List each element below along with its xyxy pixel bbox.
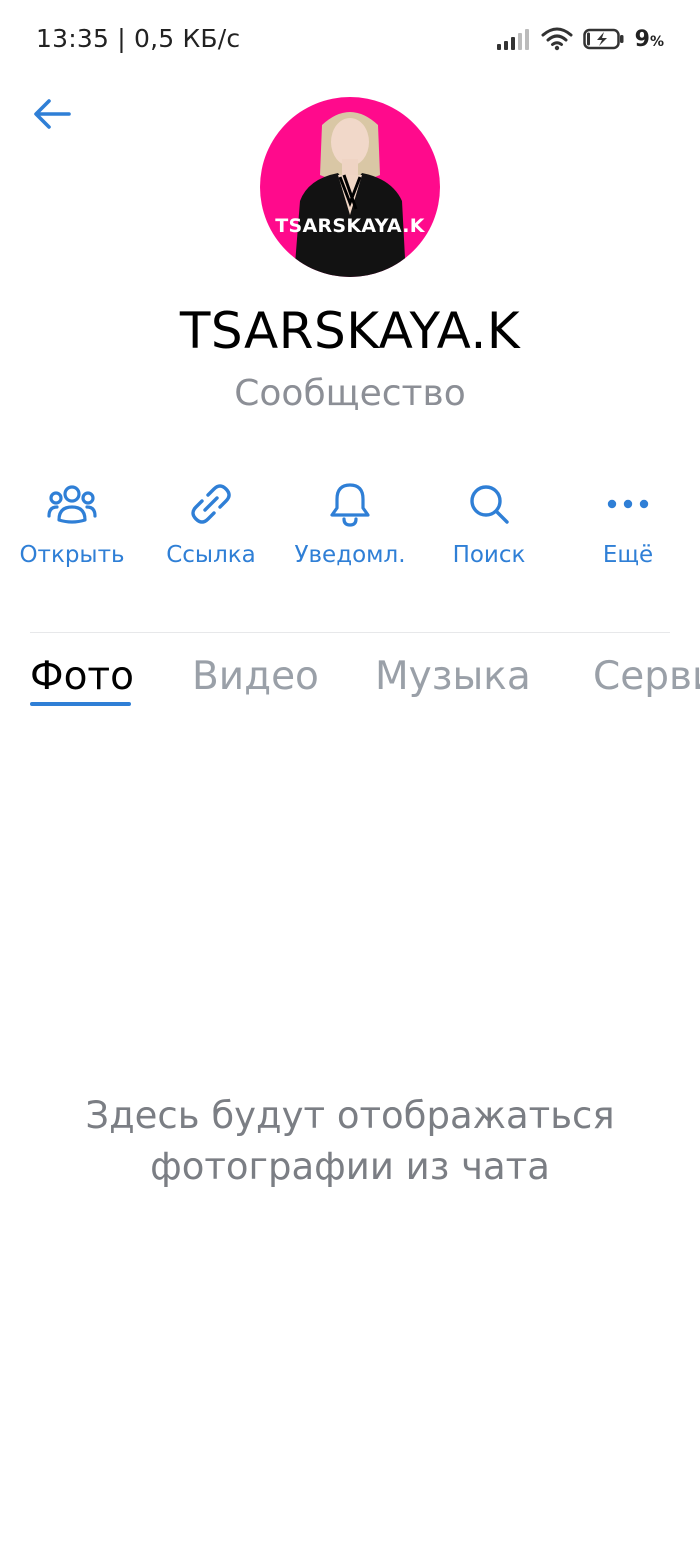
empty-state-line-1: Здесь будут отображаться: [85, 1094, 615, 1137]
status-icons: 9%: [496, 24, 664, 54]
community-avatar[interactable]: TSARSKAYA.K: [260, 97, 440, 277]
open-button-label: Открыть: [19, 542, 125, 568]
more-button[interactable]: Ещё: [558, 476, 698, 586]
status-time-speed: 13:35 | 0,5 КБ/с: [36, 24, 241, 53]
empty-state-message: Здесь будут отображаться фотографии из ч…: [0, 1090, 700, 1192]
more-button-label: Ещё: [602, 542, 654, 568]
link-icon: [191, 484, 231, 524]
search-button-label: Поиск: [452, 542, 526, 568]
avatar-photo: [294, 112, 406, 277]
link-button-label: Ссылка: [166, 542, 256, 568]
battery-level: 9%: [634, 26, 664, 52]
search-icon: [470, 485, 509, 524]
tab-services[interactable]: Серви: [593, 654, 700, 699]
action-bar: Открыть Ссылка Уведомл. Поиск Ещё: [0, 476, 700, 586]
notifications-button-label: Уведомл.: [294, 542, 406, 568]
back-button[interactable]: [28, 90, 76, 138]
signal-icon: [496, 29, 529, 50]
open-button[interactable]: Открыть: [2, 476, 142, 586]
status-bar: 13:35 | 0,5 КБ/с 9%: [0, 0, 700, 78]
tab-video[interactable]: Видео: [192, 654, 319, 699]
avatar-label: TSARSKAYA.K: [275, 215, 425, 237]
arrow-left-icon: [34, 99, 71, 129]
wifi-icon: [541, 27, 573, 51]
tab-photo[interactable]: Фото: [30, 654, 134, 699]
community-title: TSARSKAYA.K: [179, 302, 521, 360]
divider: [30, 632, 670, 633]
more-icon: [607, 499, 649, 509]
tab-music[interactable]: Музыка: [375, 654, 531, 699]
community-type: Сообщество: [234, 373, 466, 414]
media-tabs: Фото Видео Музыка Серви: [0, 650, 700, 716]
people-icon: [47, 485, 97, 524]
notifications-button[interactable]: Уведомл.: [280, 476, 420, 586]
bell-icon: [330, 483, 370, 527]
battery-charging-icon: [582, 28, 624, 50]
active-tab-indicator: [30, 702, 131, 706]
search-button[interactable]: Поиск: [419, 476, 559, 586]
empty-state-line-2: фотографии из чата: [150, 1145, 550, 1188]
link-button[interactable]: Ссылка: [141, 476, 281, 586]
